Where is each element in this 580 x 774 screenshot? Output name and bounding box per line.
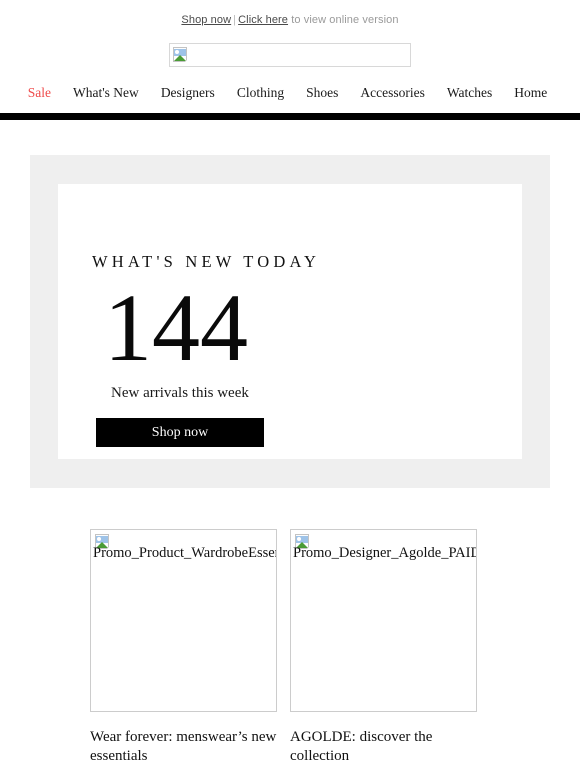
nav-item-sale[interactable]: Sale bbox=[22, 85, 62, 101]
product-image-alt-text: Promo_Designer_Agolde_PAID bbox=[293, 545, 477, 561]
nav-item-designers[interactable]: Designers bbox=[150, 85, 226, 101]
hero-eyebrow: WHAT'S NEW TODAY bbox=[92, 252, 321, 271]
header-divider-rule bbox=[0, 113, 580, 120]
nav-item-clothing[interactable]: Clothing bbox=[226, 85, 295, 101]
preheader-click-here-link[interactable]: Click here bbox=[238, 14, 288, 26]
product-image-alt-text: Promo_Product_WardrobeEssentials bbox=[93, 545, 276, 561]
nav-item-whats-new[interactable]: What's New bbox=[62, 85, 150, 101]
product-image-placeholder[interactable]: Promo_Product_WardrobeEssentials bbox=[90, 529, 277, 712]
nav-item-accessories[interactable]: Accessories bbox=[349, 85, 435, 101]
nav-item-shoes[interactable]: Shoes bbox=[295, 85, 349, 101]
product-card[interactable]: Promo_Designer_Agolde_PAID AGOLDE: disco… bbox=[290, 529, 477, 765]
hero-subtitle: New arrivals this week bbox=[111, 385, 249, 402]
product-grid: Promo_Product_WardrobeEssentials Wear fo… bbox=[0, 529, 580, 765]
product-card[interactable]: Promo_Product_WardrobeEssentials Wear fo… bbox=[90, 529, 277, 765]
logo-image-placeholder[interactable] bbox=[169, 43, 411, 67]
hero-shop-now-button[interactable]: Shop now bbox=[96, 418, 264, 448]
preheader-shop-now-link[interactable]: Shop now bbox=[181, 14, 231, 26]
broken-image-icon bbox=[173, 47, 190, 64]
nav-item-watches[interactable]: Watches bbox=[436, 85, 503, 101]
preheader-tail-text: to view online version bbox=[291, 14, 399, 26]
product-caption[interactable]: Wear forever: menswear’s new essentials bbox=[90, 728, 277, 765]
nav-item-home[interactable]: Home bbox=[503, 85, 558, 101]
hero-card: WHAT'S NEW TODAY 144 New arrivals this w… bbox=[58, 184, 522, 459]
hero-count: 144 bbox=[104, 274, 248, 381]
main-navigation: Sale What's New Designers Clothing Shoes Acce… bbox=[0, 84, 580, 102]
hero-panel: WHAT'S NEW TODAY 144 New arrivals this w… bbox=[30, 155, 550, 488]
preheader-bar: Shop now | Click here to view online versi… bbox=[0, 0, 580, 26]
product-caption[interactable]: AGOLDE: discover the collection bbox=[290, 728, 477, 765]
logo-area bbox=[0, 43, 580, 67]
product-image-placeholder[interactable]: Promo_Designer_Agolde_PAID bbox=[290, 529, 477, 712]
